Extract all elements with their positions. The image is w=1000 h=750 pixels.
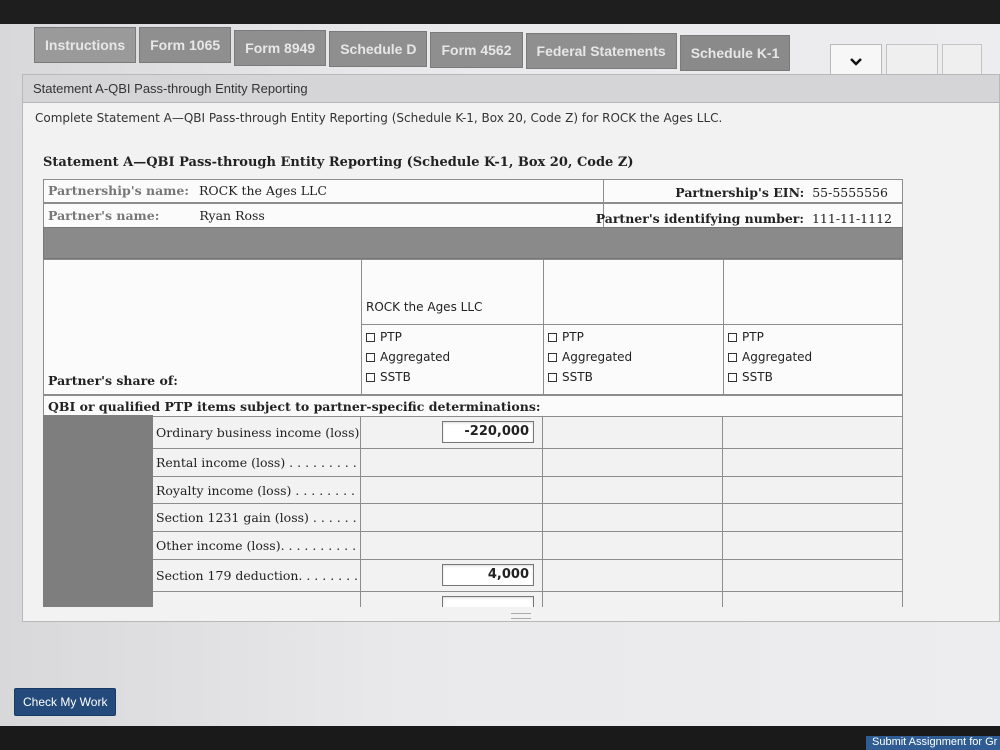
item-col-2[interactable] <box>543 477 723 503</box>
section-179-input[interactable]: 4,000 <box>442 564 534 586</box>
partner-row: Partner's name: Ryan Ross Partner's iden… <box>43 203 903 229</box>
entity-column-2: PTP Aggregated SSTB <box>544 260 724 394</box>
item-col-2[interactable] <box>543 532 723 559</box>
tab-schedule-k1[interactable]: Schedule K-1 <box>679 35 791 71</box>
item-label: Ordinary business income (loss) <box>153 417 361 448</box>
screen: Instructions Form 1065 Form 8949 Schedul… <box>0 0 1000 750</box>
tab-form-8949[interactable]: Form 8949 <box>234 30 327 66</box>
partner-name-cell: Partner's name: Ryan Ross <box>44 204 604 228</box>
entity-header: Partner's share of: ROCK the Ages LLC PT… <box>43 259 903 395</box>
partnership-ein-value: 55-5555556 <box>812 185 888 200</box>
ordinary-income-input[interactable]: -220,000 <box>442 421 534 443</box>
item-col-1: 4,000 <box>361 560 543 591</box>
share-label-cell: Partner's share of: <box>44 260 362 394</box>
next-item-input[interactable] <box>442 596 534 607</box>
item-col-3[interactable] <box>723 532 903 559</box>
section-divider-bar <box>43 227 903 259</box>
checkbox-aggregated-2[interactable]: Aggregated <box>548 347 719 367</box>
item-col-1[interactable] <box>361 504 543 531</box>
checkbox-ptp-3[interactable]: PTP <box>728 327 898 347</box>
panel-instructions: Complete Statement A—QBI Pass-through En… <box>35 111 723 125</box>
checkbox-sstb-3[interactable]: SSTB <box>728 367 898 387</box>
tab-federal-statements[interactable]: Federal Statements <box>525 33 677 69</box>
item-col-1[interactable] <box>361 532 543 559</box>
item-col-3[interactable] <box>723 560 903 591</box>
submit-assignment-button[interactable]: Submit Assignment for Gr <box>866 736 1000 750</box>
item-label: Other income (loss). . . . . . . . . . <box>153 532 361 559</box>
entity-column-3: PTP Aggregated SSTB <box>724 260 902 394</box>
partnership-ein-label: Partnership's EIN: <box>675 185 805 200</box>
partner-id-label: Partner's identifying number: <box>595 211 804 226</box>
item-row-other: Other income (loss). . . . . . . . . . <box>153 532 903 560</box>
side-grey-block <box>43 415 153 607</box>
item-row-1231: Section 1231 gain (loss) . . . . . . <box>153 504 903 532</box>
entity-3-options: PTP Aggregated SSTB <box>724 324 902 389</box>
item-col-3[interactable] <box>723 477 903 503</box>
item-col-1[interactable] <box>361 477 543 503</box>
tab-schedule-d[interactable]: Schedule D <box>329 31 428 67</box>
item-col-1: -220,000 <box>361 417 543 448</box>
item-col-2[interactable] <box>543 504 723 531</box>
partnership-name-cell: Partnership's name: ROCK the Ages LLC <box>44 180 604 202</box>
partner-name-value: Ryan Ross <box>199 208 265 223</box>
bottom-bezel <box>0 726 1000 750</box>
entity-2-options: PTP Aggregated SSTB <box>544 324 723 389</box>
item-col-2[interactable] <box>543 417 723 448</box>
item-row-rental: Rental income (loss) . . . . . . . . . <box>153 449 903 477</box>
checkbox-sstb-2[interactable]: SSTB <box>548 367 719 387</box>
panel-header: Statement A-QBI Pass-through Entity Repo… <box>23 75 999 103</box>
item-col-1 <box>361 592 543 607</box>
item-col-3[interactable] <box>723 449 903 476</box>
entity-column-1: ROCK the Ages LLC PTP Aggregated SSTB <box>362 260 544 394</box>
checkbox-aggregated-3[interactable]: Aggregated <box>728 347 898 367</box>
entity-1-options: PTP Aggregated SSTB <box>362 324 543 389</box>
share-label: Partner's share of: <box>48 373 178 388</box>
statement-title: Statement A—QBI Pass-through Entity Repo… <box>43 155 634 170</box>
entity-name: ROCK the Ages LLC <box>366 300 483 314</box>
statement-form: Partnership's name: ROCK the Ages LLC Pa… <box>43 179 903 607</box>
checkbox-sstb-1[interactable]: SSTB <box>366 367 539 387</box>
item-label: Section 1231 gain (loss) . . . . . . <box>153 504 361 531</box>
tab-instructions[interactable]: Instructions <box>34 27 137 63</box>
item-col-2[interactable] <box>543 449 723 476</box>
item-col-3[interactable] <box>723 592 903 607</box>
partner-name-label: Partner's name: <box>48 208 160 223</box>
top-bezel <box>0 0 1000 24</box>
tab-bar: Instructions Form 1065 Form 8949 Schedul… <box>34 27 791 71</box>
partner-id-value: 111-11-1112 <box>811 211 892 226</box>
tab-form-4562[interactable]: Form 4562 <box>430 32 523 68</box>
item-col-1[interactable] <box>361 449 543 476</box>
check-my-work-button[interactable]: Check My Work <box>14 688 117 716</box>
tab-form-1065[interactable]: Form 1065 <box>139 27 232 63</box>
partnership-name-value: ROCK the Ages LLC <box>198 183 327 198</box>
checkbox-ptp-2[interactable]: PTP <box>548 327 719 347</box>
item-col-2[interactable] <box>543 560 723 591</box>
item-row-179: Section 179 deduction. . . . . . . . 4,0… <box>153 560 903 592</box>
item-row-next <box>153 592 903 607</box>
item-col-3[interactable] <box>723 504 903 531</box>
item-col-3[interactable] <box>723 417 903 448</box>
partnership-row: Partnership's name: ROCK the Ages LLC Pa… <box>43 179 903 203</box>
partner-id-cell: Partner's identifying number: 111-11-111… <box>596 211 892 226</box>
section-label: QBI or qualified PTP items subject to pa… <box>48 399 541 414</box>
item-label: Section 179 deduction. . . . . . . . <box>153 560 361 591</box>
item-label: Royalty income (loss) . . . . . . . . <box>153 477 361 503</box>
checkbox-ptp-1[interactable]: PTP <box>366 327 539 347</box>
item-label: Rental income (loss) . . . . . . . . . <box>153 449 361 476</box>
item-row-ordinary: Ordinary business income (loss) -220,000 <box>153 417 903 449</box>
partnership-ein-cell: Partnership's EIN: 55-5555556 <box>675 185 888 200</box>
chevron-down-icon <box>850 58 862 66</box>
resize-handle[interactable] <box>511 613 531 619</box>
checkbox-aggregated-1[interactable]: Aggregated <box>366 347 539 367</box>
statement-panel: Statement A-QBI Pass-through Entity Repo… <box>22 74 1000 622</box>
item-col-2[interactable] <box>543 592 723 607</box>
partnership-name-label: Partnership's name: <box>48 183 189 198</box>
item-label <box>153 592 361 607</box>
section-label-row: QBI or qualified PTP items subject to pa… <box>43 395 903 417</box>
item-row-royalty: Royalty income (loss) . . . . . . . . <box>153 477 903 504</box>
